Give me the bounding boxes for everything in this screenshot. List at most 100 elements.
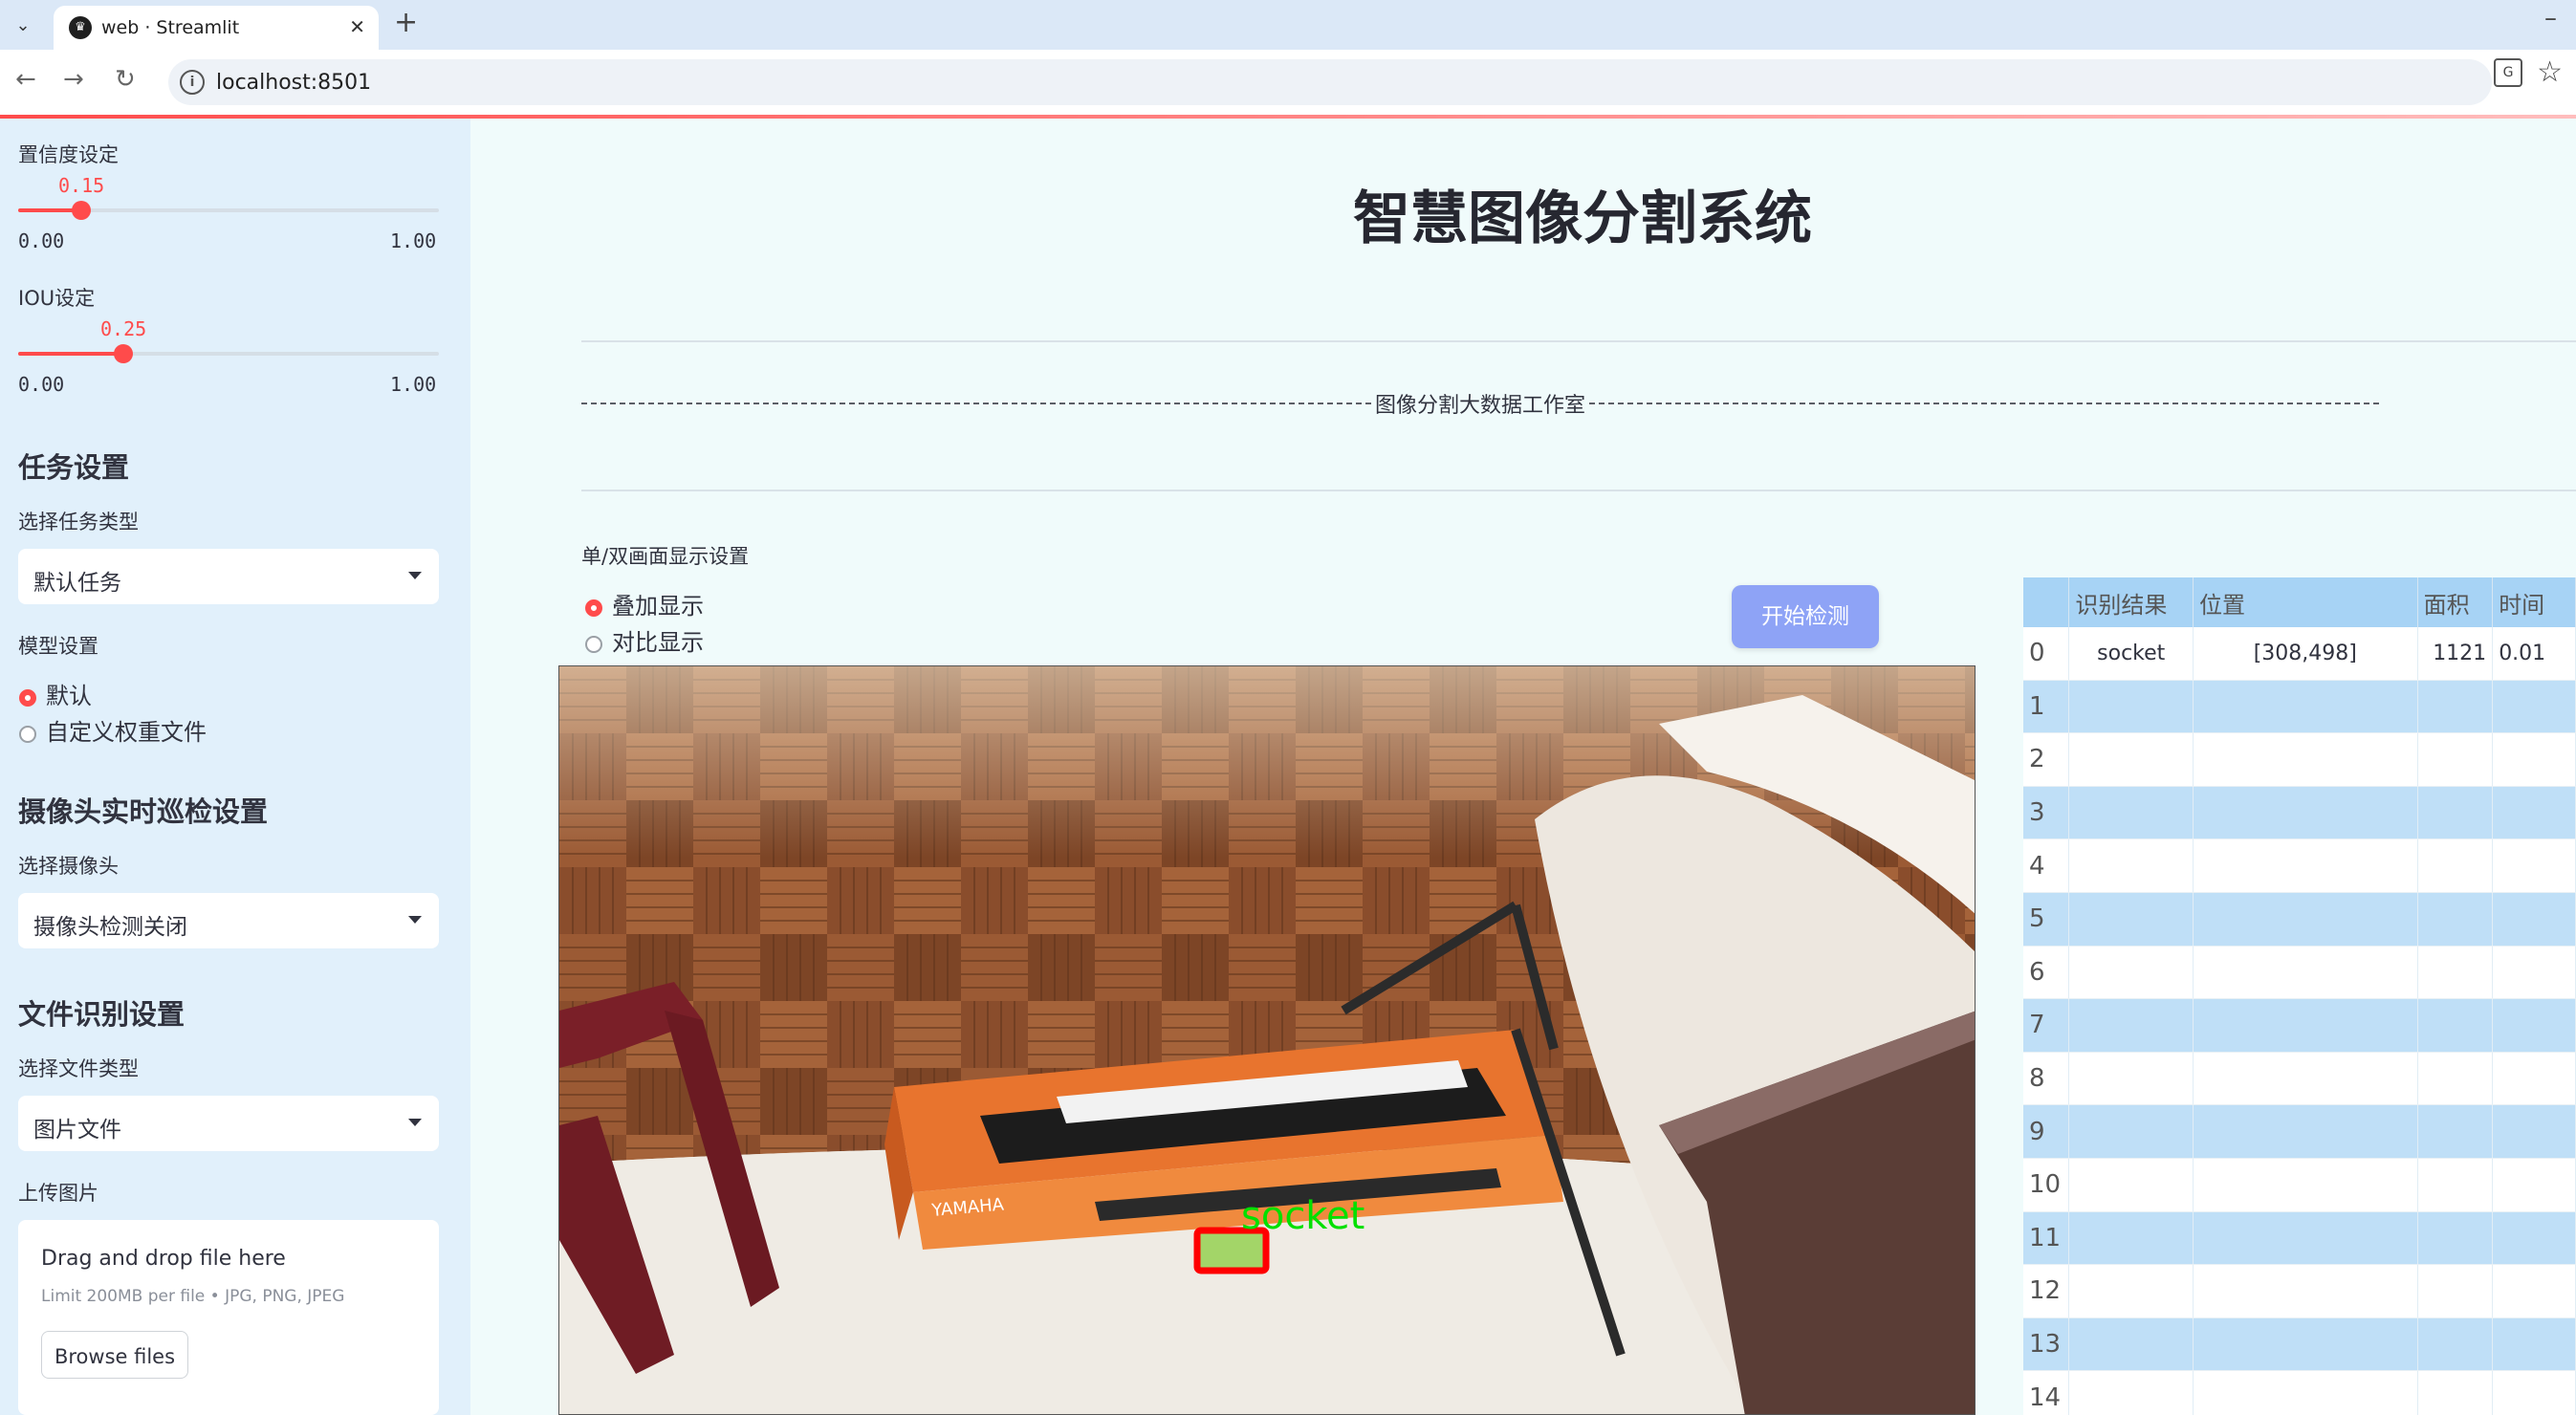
cell-time: [2492, 1211, 2576, 1266]
display-option-compare[interactable]: 对比显示: [585, 623, 704, 657]
table-row[interactable]: 0 socket [308,498] 1121 0.01: [2023, 627, 2576, 681]
column-header-index[interactable]: [2023, 577, 2070, 627]
iou-max: 1.00: [390, 373, 437, 396]
table-row[interactable]: 8: [2023, 1052, 2576, 1106]
iou-slider[interactable]: [18, 344, 439, 363]
translate-icon[interactable]: G: [2494, 58, 2522, 87]
close-tab-icon[interactable]: ✕: [349, 15, 365, 38]
cell-index: 9: [2023, 1104, 2070, 1159]
file-settings-heading: 文件识别设置: [18, 998, 186, 1031]
dropzone-limit: Limit 200MB per file • JPG, PNG, JPEG: [41, 1287, 345, 1306]
site-info-icon[interactable]: i: [180, 70, 205, 95]
start-detection-button[interactable]: 开始检测: [1732, 585, 1879, 648]
model-option-default[interactable]: 默认: [19, 677, 92, 710]
cell-index: 2: [2023, 732, 2070, 787]
table-row[interactable]: 12: [2023, 1264, 2576, 1318]
task-type-select[interactable]: 默认任务: [18, 549, 439, 604]
file-type-value: 图片文件: [33, 1118, 121, 1143]
cell-area: [2417, 946, 2494, 1000]
column-header-position[interactable]: 位置: [2193, 577, 2418, 627]
forward-arrow-icon[interactable]: →: [63, 65, 84, 94]
model-option-custom[interactable]: 自定义权重文件: [19, 713, 207, 747]
cell-area: [2417, 1370, 2494, 1415]
cell-position: [2193, 946, 2418, 1000]
table-row[interactable]: 14: [2023, 1370, 2576, 1415]
cell-position: [2193, 998, 2418, 1053]
file-type-select[interactable]: 图片文件: [18, 1096, 439, 1151]
table-row[interactable]: 2: [2023, 732, 2576, 787]
studio-text: 图像分割大数据工作室: [1375, 394, 1586, 418]
cell-area: [2417, 998, 2494, 1053]
cell-position: [2193, 1317, 2418, 1372]
url-field[interactable]: i localhost:8501: [168, 59, 2492, 105]
back-arrow-icon[interactable]: ←: [15, 65, 36, 94]
results-table[interactable]: 识别结果 位置 面积 时间 0 socket [308,498] 1121 0.01 1 2…: [2023, 577, 2576, 1415]
cell-index: 13: [2023, 1317, 2070, 1372]
cell-area: [2417, 1158, 2494, 1212]
cell-result: [2068, 838, 2194, 893]
camera-select[interactable]: 摄像头检测关闭: [18, 893, 439, 948]
cell-index: 0: [2023, 627, 2070, 681]
browser-tab[interactable]: ♛ web · Streamlit ✕: [54, 6, 379, 50]
minimize-window-icon[interactable]: –: [2544, 4, 2557, 33]
radio-selected-icon[interactable]: [19, 689, 36, 707]
table-row[interactable]: 9: [2023, 1104, 2576, 1159]
cell-area: [2417, 1264, 2494, 1318]
cell-area: [2417, 892, 2494, 947]
radio-unselected-icon[interactable]: [19, 726, 36, 743]
cell-result: [2068, 1317, 2194, 1372]
table-row[interactable]: 4: [2023, 838, 2576, 893]
cell-position: [2193, 786, 2418, 840]
table-row[interactable]: 5: [2023, 892, 2576, 947]
display-option-overlay[interactable]: 叠加显示: [585, 587, 704, 620]
chevron-down-icon: [408, 1119, 422, 1126]
cell-time: [2492, 838, 2576, 893]
cell-index: 10: [2023, 1158, 2070, 1212]
task-settings-heading: 任务设置: [18, 451, 130, 484]
new-tab-icon[interactable]: +: [394, 6, 418, 39]
iou-slider-thumb[interactable]: [114, 344, 133, 363]
address-bar: ← → ↻ i localhost:8501 G ☆: [0, 50, 2576, 115]
cell-position: [2193, 1211, 2418, 1266]
cell-position: [2193, 1104, 2418, 1159]
table-row[interactable]: 7: [2023, 998, 2576, 1053]
cell-position: [2193, 1370, 2418, 1415]
column-header-result[interactable]: 识别结果: [2068, 577, 2194, 627]
table-row[interactable]: 6: [2023, 946, 2576, 1000]
url-text[interactable]: localhost:8501: [216, 71, 371, 95]
cell-position: [2193, 1052, 2418, 1106]
camera-settings-heading: 摄像头实时巡检设置: [18, 795, 269, 828]
cell-result: [2068, 680, 2194, 734]
table-row[interactable]: 11: [2023, 1211, 2576, 1266]
tab-title: web · Streamlit: [101, 17, 240, 38]
table-row[interactable]: 13: [2023, 1317, 2576, 1372]
cell-result: socket: [2068, 627, 2194, 681]
task-type-label: 选择任务类型: [18, 511, 139, 533]
table-row[interactable]: 3: [2023, 786, 2576, 840]
confidence-label: 置信度设定: [18, 143, 119, 166]
cell-index: 4: [2023, 838, 2070, 893]
cell-result: [2068, 998, 2194, 1053]
cell-result: [2068, 1158, 2194, 1212]
cell-time: [2492, 1370, 2576, 1415]
browse-files-button[interactable]: Browse files: [41, 1331, 188, 1379]
radio-selected-icon[interactable]: [585, 599, 602, 617]
tab-search-chevron-icon[interactable]: ⌄: [6, 10, 40, 40]
column-header-area[interactable]: 面积: [2417, 577, 2494, 627]
column-header-time[interactable]: 时间: [2492, 577, 2576, 627]
iou-label: IOU设定: [18, 287, 96, 310]
bookmark-star-icon[interactable]: ☆: [2537, 55, 2563, 89]
reload-icon[interactable]: ↻: [115, 65, 136, 94]
page-title: 智慧图像分割系统: [1353, 185, 1812, 252]
upload-label: 上传图片: [18, 1182, 98, 1205]
radio-unselected-icon[interactable]: [585, 636, 602, 653]
table-row[interactable]: 10: [2023, 1158, 2576, 1212]
chevron-down-icon: [408, 572, 422, 579]
cell-time: [2492, 1158, 2576, 1212]
cell-time: [2492, 892, 2576, 947]
detection-label: socket: [1241, 1194, 1364, 1238]
table-row[interactable]: 1: [2023, 680, 2576, 734]
file-dropzone[interactable]: Drag and drop file here Limit 200MB per …: [18, 1220, 439, 1415]
table-header-row: 识别结果 位置 面积 时间: [2023, 577, 2576, 627]
cell-result: [2068, 1052, 2194, 1106]
